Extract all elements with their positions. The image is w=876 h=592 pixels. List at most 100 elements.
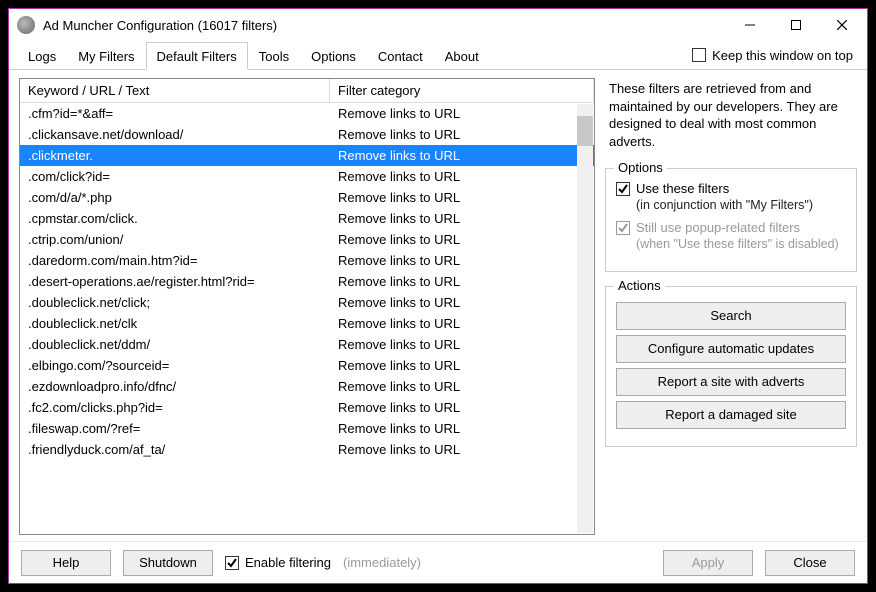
keep-on-top-checkbox[interactable] xyxy=(692,48,706,62)
cell-keyword: .friendlyduck.com/af_ta/ xyxy=(20,439,330,460)
table-row[interactable]: .friendlyduck.com/af_ta/Remove links to … xyxy=(20,439,594,460)
cell-keyword: .doubleclick.net/clk xyxy=(20,313,330,334)
table-row[interactable]: .elbingo.com/?sourceid=Remove links to U… xyxy=(20,355,594,376)
cell-keyword: .cpmstar.com/click. xyxy=(20,208,330,229)
use-filters-label: Use these filters xyxy=(636,181,729,196)
info-text: These filters are retrieved from and mai… xyxy=(605,78,857,154)
table-body[interactable]: .cfm?id=*&aff=Remove links to URL.clicka… xyxy=(20,103,594,534)
cell-category: Remove links to URL xyxy=(330,271,594,292)
tab-options[interactable]: Options xyxy=(300,42,367,70)
table-header: Keyword / URL / Text Filter category xyxy=(20,79,594,103)
still-popup-label: Still use popup-related filters xyxy=(636,220,800,235)
cell-keyword: .ctrip.com/union/ xyxy=(20,229,330,250)
cell-keyword: .clickansave.net/download/ xyxy=(20,124,330,145)
content-area: Keyword / URL / Text Filter category .cf… xyxy=(9,70,867,541)
apply-button[interactable]: Apply xyxy=(663,550,753,576)
tab-strip: LogsMy FiltersDefault FiltersToolsOption… xyxy=(9,41,867,70)
tab-about[interactable]: About xyxy=(434,42,490,70)
tab-contact[interactable]: Contact xyxy=(367,42,434,70)
still-popup-option: Still use popup-related filters xyxy=(616,220,846,235)
config-window: Ad Muncher Configuration (16017 filters)… xyxy=(8,8,868,584)
tabs-container: LogsMy FiltersDefault FiltersToolsOption… xyxy=(17,41,490,69)
table-row[interactable]: .clickansave.net/download/Remove links t… xyxy=(20,124,594,145)
search-button[interactable]: Search xyxy=(616,302,846,330)
cell-category: Remove links to URL xyxy=(330,250,594,271)
use-filters-option[interactable]: Use these filters xyxy=(616,181,846,196)
options-group: Options Use these filters (in conjunctio… xyxy=(605,168,857,272)
cell-category: Remove links to URL xyxy=(330,439,594,460)
table-row[interactable]: .ezdownloadpro.info/dfnc/Remove links to… xyxy=(20,376,594,397)
minimize-button[interactable] xyxy=(727,10,773,40)
enable-filtering-checkbox[interactable] xyxy=(225,556,239,570)
cell-category: Remove links to URL xyxy=(330,418,594,439)
actions-legend: Actions xyxy=(614,278,665,293)
cell-category: Remove links to URL xyxy=(330,229,594,250)
table-row[interactable]: .doubleclick.net/click;Remove links to U… xyxy=(20,292,594,313)
table-row[interactable]: .daredorm.com/main.htm?id=Remove links t… xyxy=(20,250,594,271)
configure-updates-button[interactable]: Configure automatic updates xyxy=(616,335,846,363)
window-title: Ad Muncher Configuration (16017 filters) xyxy=(43,18,727,33)
close-footer-button[interactable]: Close xyxy=(765,550,855,576)
immediately-label: (immediately) xyxy=(343,555,421,570)
table-row[interactable]: .cfm?id=*&aff=Remove links to URL xyxy=(20,103,594,124)
table-row[interactable]: .clickmeter.Remove links to URL xyxy=(20,145,594,166)
cell-keyword: .com/click?id= xyxy=(20,166,330,187)
keep-on-top-label: Keep this window on top xyxy=(712,48,853,63)
cell-category: Remove links to URL xyxy=(330,292,594,313)
shutdown-button[interactable]: Shutdown xyxy=(123,550,213,576)
cell-category: Remove links to URL xyxy=(330,376,594,397)
options-legend: Options xyxy=(614,160,667,175)
cell-keyword: .clickmeter. xyxy=(20,145,330,166)
cell-category: Remove links to URL xyxy=(330,103,594,124)
enable-filtering-label: Enable filtering xyxy=(245,555,331,570)
cell-keyword: .elbingo.com/?sourceid= xyxy=(20,355,330,376)
cell-category: Remove links to URL xyxy=(330,334,594,355)
cell-keyword: .fc2.com/clicks.php?id= xyxy=(20,397,330,418)
cell-category: Remove links to URL xyxy=(330,397,594,418)
cell-keyword: .cfm?id=*&aff= xyxy=(20,103,330,124)
cell-keyword: .daredorm.com/main.htm?id= xyxy=(20,250,330,271)
table-row[interactable]: .com/click?id=Remove links to URL xyxy=(20,166,594,187)
table-row[interactable]: .fileswap.com/?ref=Remove links to URL xyxy=(20,418,594,439)
report-damaged-button[interactable]: Report a damaged site xyxy=(616,401,846,429)
tab-logs[interactable]: Logs xyxy=(17,42,67,70)
table-row[interactable]: .fc2.com/clicks.php?id=Remove links to U… xyxy=(20,397,594,418)
cell-keyword: .fileswap.com/?ref= xyxy=(20,418,330,439)
close-button[interactable] xyxy=(819,10,865,40)
tab-tools[interactable]: Tools xyxy=(248,42,300,70)
table-row[interactable]: .cpmstar.com/click.Remove links to URL xyxy=(20,208,594,229)
cell-category: Remove links to URL xyxy=(330,355,594,376)
cell-keyword: .doubleclick.net/click; xyxy=(20,292,330,313)
report-adverts-button[interactable]: Report a site with adverts xyxy=(616,368,846,396)
table-row[interactable]: .desert-operations.ae/register.html?rid=… xyxy=(20,271,594,292)
column-category[interactable]: Filter category xyxy=(330,79,594,102)
table-row[interactable]: .doubleclick.net/ddm/Remove links to URL xyxy=(20,334,594,355)
cell-keyword: .ezdownloadpro.info/dfnc/ xyxy=(20,376,330,397)
maximize-button[interactable] xyxy=(773,10,819,40)
scrollbar[interactable] xyxy=(577,104,593,533)
window-controls xyxy=(727,10,865,40)
cell-category: Remove links to URL xyxy=(330,145,594,166)
use-filters-checkbox[interactable] xyxy=(616,182,630,196)
enable-filtering-option[interactable]: Enable filtering xyxy=(225,555,331,570)
still-popup-checkbox xyxy=(616,221,630,235)
tab-default-filters[interactable]: Default Filters xyxy=(146,42,248,70)
actions-group: Actions Search Configure automatic updat… xyxy=(605,286,857,447)
help-button[interactable]: Help xyxy=(21,550,111,576)
table-row[interactable]: .doubleclick.net/clkRemove links to URL xyxy=(20,313,594,334)
keep-on-top-option[interactable]: Keep this window on top xyxy=(692,48,859,63)
cell-category: Remove links to URL xyxy=(330,166,594,187)
cell-keyword: .com/d/a/*.php xyxy=(20,187,330,208)
filters-table: Keyword / URL / Text Filter category .cf… xyxy=(19,78,595,535)
side-panel: These filters are retrieved from and mai… xyxy=(605,78,857,535)
footer: Help Shutdown Enable filtering (immediat… xyxy=(9,541,867,583)
tab-my-filters[interactable]: My Filters xyxy=(67,42,145,70)
scrollbar-thumb[interactable] xyxy=(577,116,593,146)
still-popup-note: (when "Use these filters" is disabled) xyxy=(636,237,846,251)
cell-category: Remove links to URL xyxy=(330,124,594,145)
table-row[interactable]: .ctrip.com/union/Remove links to URL xyxy=(20,229,594,250)
column-keyword[interactable]: Keyword / URL / Text xyxy=(20,79,330,102)
table-row[interactable]: .com/d/a/*.phpRemove links to URL xyxy=(20,187,594,208)
app-icon xyxy=(17,16,35,34)
cell-category: Remove links to URL xyxy=(330,313,594,334)
